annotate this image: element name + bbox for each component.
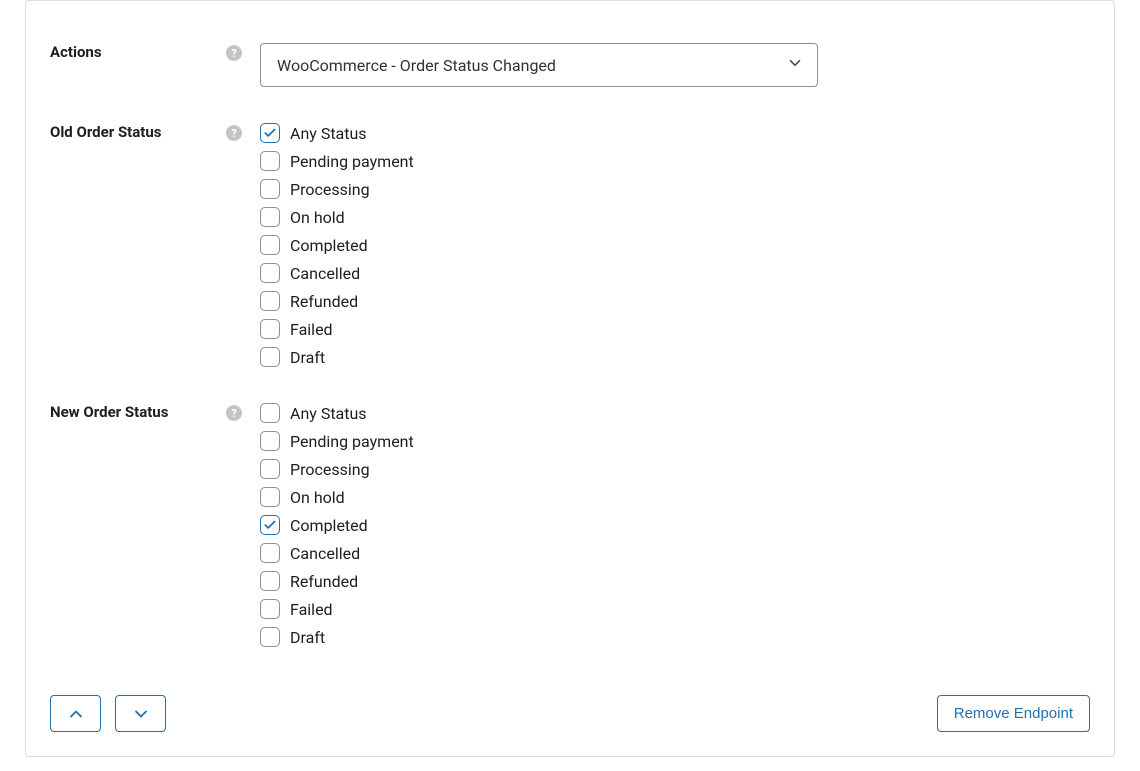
old-status-label-col: Old Order Status ?: [50, 123, 260, 367]
help-icon[interactable]: ?: [226, 405, 242, 421]
checkbox-box[interactable]: [260, 263, 280, 283]
remove-endpoint-button[interactable]: Remove Endpoint: [937, 695, 1090, 732]
chevron-up-icon: [66, 704, 86, 724]
move-down-button[interactable]: [115, 695, 166, 732]
checkbox-label: Processing: [290, 460, 370, 479]
old-status-checkbox-item[interactable]: Pending payment: [260, 151, 1090, 171]
old-status-row: Old Order Status ? Any Status Pending pay…: [26, 123, 1114, 367]
check-icon: [263, 126, 277, 140]
old-status-label: Old Order Status: [50, 123, 161, 141]
checkbox-label: Completed: [290, 516, 368, 535]
checkbox-label: Failed: [290, 600, 333, 619]
checkbox-box[interactable]: [260, 235, 280, 255]
old-status-checkbox-item[interactable]: On hold: [260, 207, 1090, 227]
checkbox-box[interactable]: [260, 487, 280, 507]
new-status-label-col: New Order Status ?: [50, 403, 260, 647]
checkbox-label: Any Status: [290, 404, 367, 423]
actions-select[interactable]: WooCommerce - Order Status Changed: [260, 43, 818, 87]
checkbox-label: Cancelled: [290, 544, 360, 563]
checkbox-label: Completed: [290, 236, 368, 255]
old-status-checkbox-item[interactable]: Completed: [260, 235, 1090, 255]
new-status-checkbox-list: Any Status Pending payment Processing On ho…: [260, 403, 1090, 647]
checkbox-label: Processing: [290, 180, 370, 199]
actions-row: Actions ? WooCommerce - Order Status Cha…: [26, 43, 1114, 87]
old-status-field: Any Status Pending payment Processing On ho…: [260, 123, 1090, 367]
chevron-down-icon: [131, 704, 151, 724]
old-status-checkbox-item[interactable]: Draft: [260, 347, 1090, 367]
check-icon: [263, 518, 277, 532]
new-status-checkbox-item[interactable]: Cancelled: [260, 543, 1090, 563]
checkbox-box[interactable]: [260, 347, 280, 367]
actions-select-wrap: WooCommerce - Order Status Changed: [260, 43, 818, 87]
checkbox-box[interactable]: [260, 571, 280, 591]
checkbox-box[interactable]: [260, 151, 280, 171]
reorder-buttons: [50, 695, 166, 732]
help-icon[interactable]: ?: [226, 45, 242, 61]
new-status-checkbox-item[interactable]: Refunded: [260, 571, 1090, 591]
checkbox-box[interactable]: [260, 291, 280, 311]
old-status-checkbox-item[interactable]: Failed: [260, 319, 1090, 339]
checkbox-label: On hold: [290, 208, 345, 227]
checkbox-box[interactable]: [260, 207, 280, 227]
new-status-checkbox-item[interactable]: Any Status: [260, 403, 1090, 423]
checkbox-label: Refunded: [290, 572, 358, 591]
checkbox-label: Failed: [290, 320, 333, 339]
checkbox-label: Pending payment: [290, 152, 414, 171]
checkbox-label: Any Status: [290, 124, 367, 143]
old-status-checkbox-item[interactable]: Cancelled: [260, 263, 1090, 283]
checkbox-box[interactable]: [260, 123, 280, 143]
checkbox-label: Refunded: [290, 292, 358, 311]
actions-selected-text: WooCommerce - Order Status Changed: [277, 56, 556, 75]
checkbox-label: Draft: [290, 628, 325, 647]
checkbox-box[interactable]: [260, 403, 280, 423]
help-icon[interactable]: ?: [226, 125, 242, 141]
new-status-row: New Order Status ? Any Status Pending pay…: [26, 403, 1114, 647]
checkbox-box[interactable]: [260, 515, 280, 535]
checkbox-box[interactable]: [260, 599, 280, 619]
new-status-checkbox-item[interactable]: Processing: [260, 459, 1090, 479]
checkbox-label: Pending payment: [290, 432, 414, 451]
move-up-button[interactable]: [50, 695, 101, 732]
endpoint-settings-panel: Actions ? WooCommerce - Order Status Cha…: [25, 0, 1115, 757]
actions-label-col: Actions ?: [50, 43, 260, 87]
remove-button-label: Remove Endpoint: [954, 705, 1073, 722]
old-status-checkbox-list: Any Status Pending payment Processing On ho…: [260, 123, 1090, 367]
actions-field: WooCommerce - Order Status Changed: [260, 43, 1090, 87]
actions-label: Actions: [50, 43, 102, 61]
checkbox-box[interactable]: [260, 543, 280, 563]
checkbox-label: Cancelled: [290, 264, 360, 283]
new-status-field: Any Status Pending payment Processing On ho…: [260, 403, 1090, 647]
new-status-checkbox-item[interactable]: On hold: [260, 487, 1090, 507]
checkbox-box[interactable]: [260, 319, 280, 339]
checkbox-box[interactable]: [260, 179, 280, 199]
checkbox-label: Draft: [290, 348, 325, 367]
checkbox-box[interactable]: [260, 627, 280, 647]
old-status-checkbox-item[interactable]: Processing: [260, 179, 1090, 199]
old-status-checkbox-item[interactable]: Any Status: [260, 123, 1090, 143]
new-status-checkbox-item[interactable]: Pending payment: [260, 431, 1090, 451]
old-status-checkbox-item[interactable]: Refunded: [260, 291, 1090, 311]
checkbox-box[interactable]: [260, 431, 280, 451]
new-status-checkbox-item[interactable]: Completed: [260, 515, 1090, 535]
checkbox-box[interactable]: [260, 459, 280, 479]
new-status-checkbox-item[interactable]: Failed: [260, 599, 1090, 619]
checkbox-label: On hold: [290, 488, 345, 507]
panel-footer: Remove Endpoint: [26, 683, 1114, 756]
new-status-checkbox-item[interactable]: Draft: [260, 627, 1090, 647]
new-status-label: New Order Status: [50, 403, 168, 421]
